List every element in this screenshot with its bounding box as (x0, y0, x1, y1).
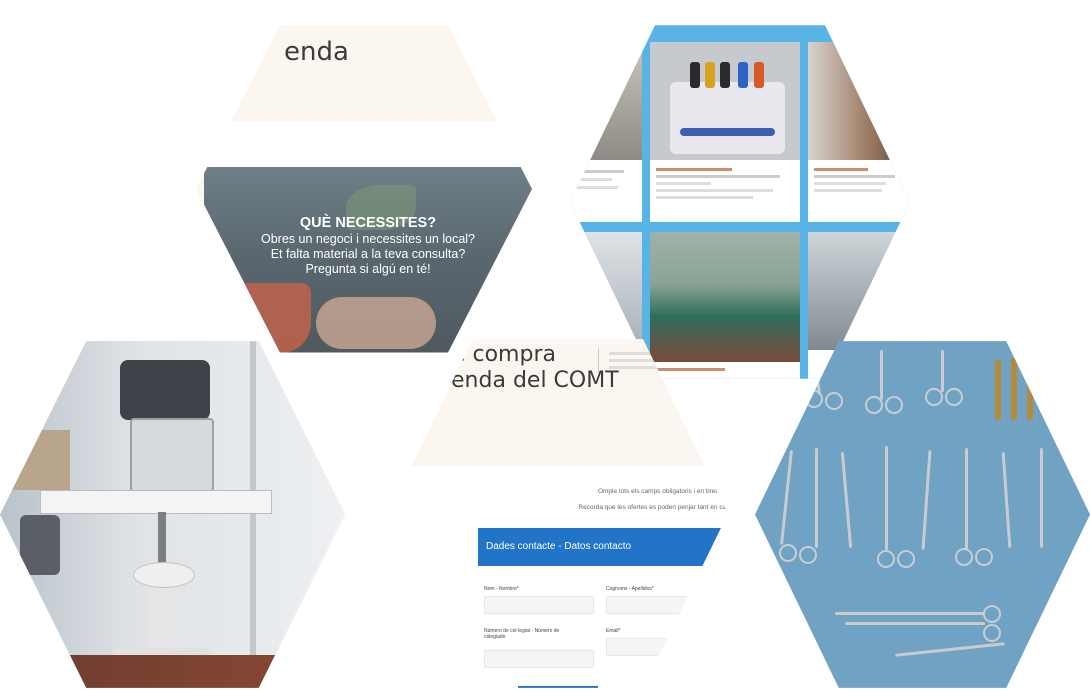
bottle-shape (754, 62, 764, 88)
listing-photo (650, 232, 800, 362)
banner-text: QUÈ NECESSITES? Obres un negoci i necess… (204, 215, 532, 277)
scissor-ring (779, 544, 797, 562)
slit-lamp-head (120, 360, 210, 420)
scissor-ring (897, 550, 915, 568)
member-number-input[interactable] (484, 650, 594, 668)
listing-card[interactable] (808, 42, 910, 222)
scissor-ring (983, 624, 1001, 642)
scissor-ring (799, 546, 817, 564)
scissor-ring (975, 548, 993, 566)
listing-card[interactable] (570, 42, 642, 222)
gold-instrument-shape (1027, 364, 1033, 420)
hexagon-banner-screenshot: enda QUÈ NECESSITES? Obres un negoci i n… (196, 25, 532, 353)
form-instruction: Recorda que les ofertes es poden penjar … (578, 504, 728, 511)
bottle-shape (690, 62, 700, 88)
table-top (40, 490, 272, 514)
listing-photo (650, 42, 800, 160)
clamp-shape (885, 446, 888, 550)
scissor-ring (983, 605, 1001, 623)
floor (0, 655, 345, 688)
listing-text-lines (656, 368, 794, 371)
bottle-shape (720, 62, 730, 88)
scissor-ring (885, 396, 903, 414)
hexagon-listing-grid (570, 25, 910, 379)
slit-lamp-body (130, 418, 214, 492)
hexagon-form-page: de compra venda del COMT Omple tots els … (388, 339, 728, 688)
clamp-shape (840, 452, 853, 548)
scissor-ring (955, 548, 973, 566)
listing-card[interactable] (650, 42, 800, 222)
form-title-line: de compra (438, 342, 556, 367)
name-input[interactable] (484, 596, 594, 614)
form-page-title: de compra venda del COMT (438, 342, 619, 394)
banner-line: Pregunta si algú en té! (305, 262, 431, 276)
banner-line: Et falta material a la teva consulta? (270, 247, 466, 261)
submit-button[interactable] (518, 686, 598, 688)
long-forceps-shape (835, 612, 985, 615)
clamp-shape (1040, 448, 1043, 548)
lab-machine-stripe (680, 128, 775, 136)
email-input[interactable] (606, 638, 728, 656)
listing-text-lines (656, 168, 794, 199)
gold-instrument-shape (1011, 358, 1017, 420)
wall-divider (250, 341, 256, 688)
field-label: Número de col·legiat - Número de colegia… (484, 628, 560, 640)
banner-line: Obres un negoci i necessites un local? (260, 232, 475, 246)
listing-text-lines (576, 170, 636, 189)
clamp-shape (1001, 452, 1012, 548)
surname-input[interactable] (606, 596, 728, 614)
form-title-line: venda del COMT (438, 368, 619, 393)
gold-instrument-shape (1063, 596, 1079, 612)
scissor-ring (825, 392, 843, 410)
hexagon-instruments-photo (755, 341, 1090, 688)
gold-instrument-shape (995, 360, 1001, 420)
listing-text-lines (814, 168, 904, 192)
curved-instrument-shape (895, 642, 1005, 657)
banner-heading: QUÈ NECESSITES? (299, 215, 437, 231)
field-label: Nom - Nombre* (484, 586, 519, 592)
listing-photo (808, 42, 910, 160)
listing-photo (808, 232, 910, 350)
forceps-shape (880, 350, 883, 400)
clamp-shape (921, 450, 932, 550)
field-label: Cognoms - Apellidos* (606, 586, 654, 592)
long-forceps-shape (845, 622, 985, 625)
hexagon-equipment-photo (0, 341, 345, 688)
clamp-shape (815, 448, 818, 548)
banner-band (196, 121, 532, 171)
banner-title: enda (284, 37, 349, 67)
clamp-shape (965, 448, 968, 550)
scissor-ring (945, 388, 963, 406)
hand-shape (316, 297, 436, 349)
chair-back (20, 515, 60, 575)
clamp-shape (780, 450, 793, 545)
forceps-shape (941, 350, 944, 392)
stool-seat (133, 562, 195, 588)
listing-photo (570, 232, 642, 350)
field-label: Email* (606, 628, 621, 634)
listing-card[interactable] (650, 232, 800, 379)
shelf-items (10, 430, 70, 490)
listing-photo (570, 42, 642, 160)
form-section-header: Dades contacte - Datos contacto (478, 528, 728, 566)
form-instruction: Omple tots els camps obligatoris i en br… (597, 488, 728, 495)
lab-machine-shape (670, 82, 785, 154)
bottle-shape (705, 62, 715, 88)
scissor-ring (877, 550, 895, 568)
bottle-shape (738, 62, 748, 88)
